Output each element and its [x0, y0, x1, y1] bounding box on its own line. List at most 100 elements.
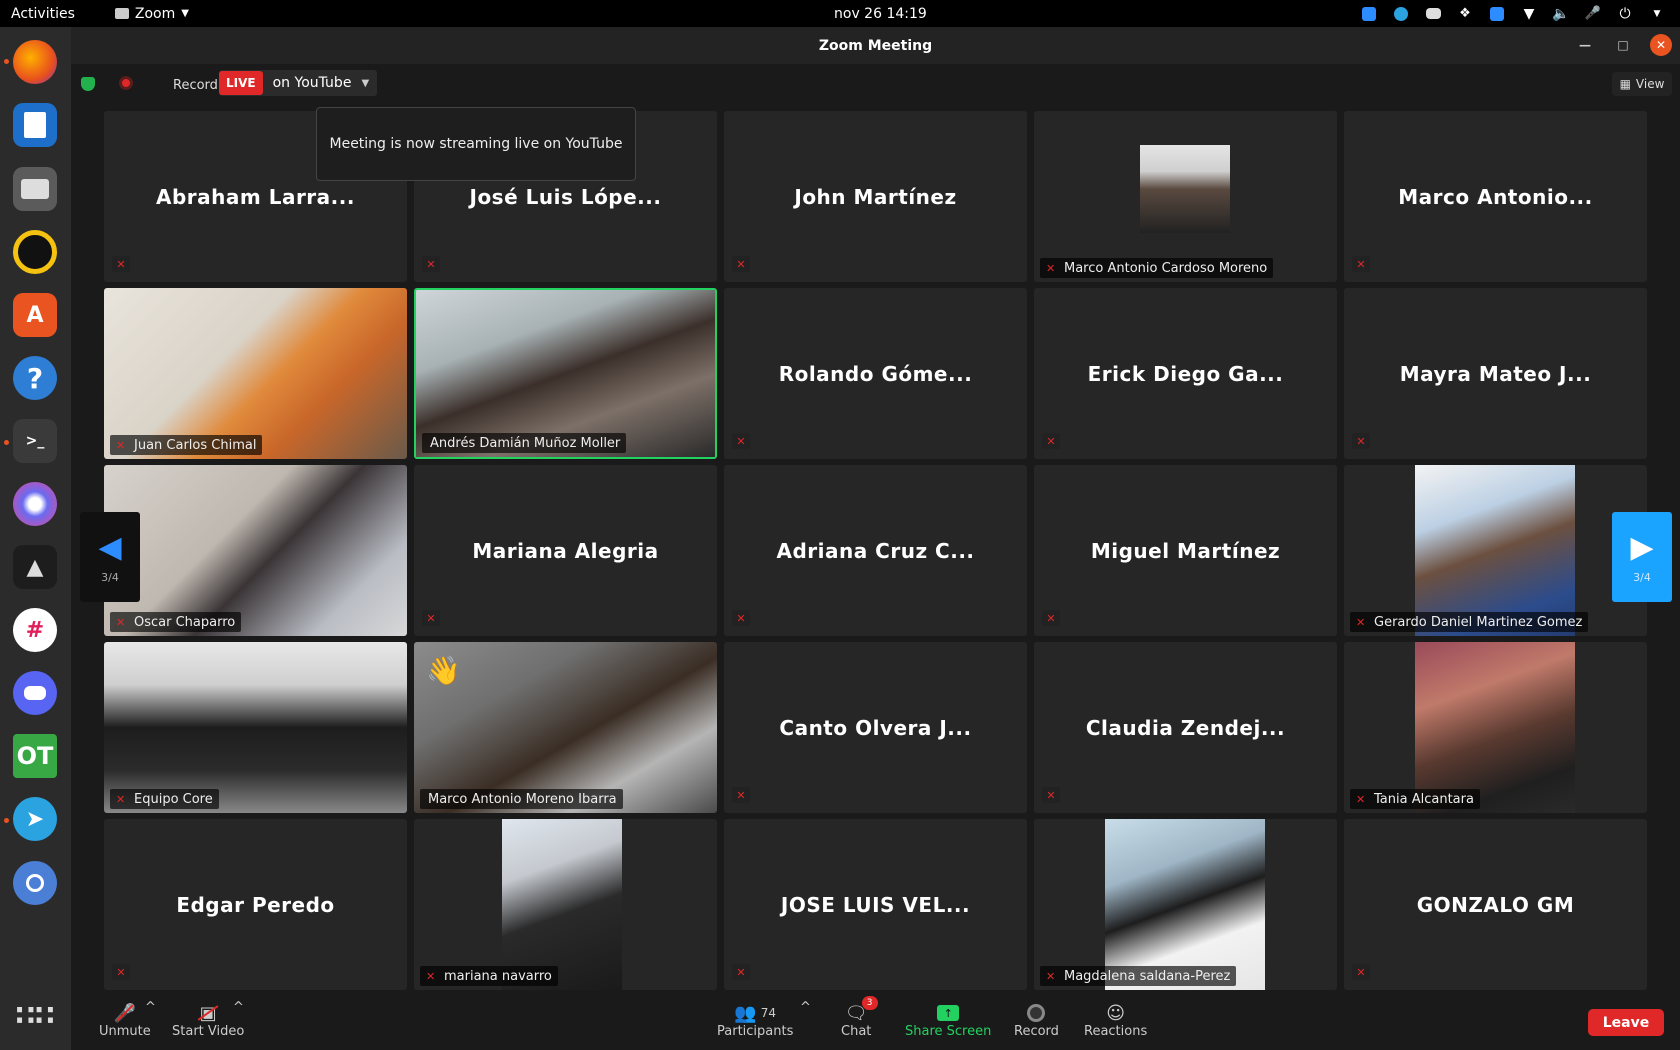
discord-tray-icon[interactable]	[1424, 5, 1442, 23]
start-video-label: Start Video	[172, 1024, 245, 1039]
share-screen-label: Share Screen	[905, 1024, 992, 1039]
microphone-muted-icon: ✕	[1042, 433, 1060, 449]
chevron-down-icon[interactable]: ▼	[1648, 5, 1666, 23]
inkscape-icon[interactable]: ▲	[13, 545, 57, 589]
telegram-icon[interactable]: ➤	[13, 797, 57, 841]
video-options-caret[interactable]: ^	[233, 1000, 244, 1015]
share-screen-button[interactable]: ↑ Share Screen	[905, 1002, 991, 1039]
participant-name: Edgar Peredo	[176, 892, 335, 917]
participant-tile[interactable]: Miguel Martínez ✕	[1034, 465, 1337, 636]
reactions-button[interactable]: ☺ Reactions	[1084, 1002, 1148, 1040]
discord-icon[interactable]	[13, 671, 57, 715]
record-button[interactable]: Record	[1014, 1002, 1059, 1039]
participants-button[interactable]: 👥 74 Participants	[717, 1002, 793, 1040]
live-stream-dropdown[interactable]: LIVE on YouTube ▼	[219, 70, 378, 96]
participant-tile[interactable]: Adriana Cruz C... ✕	[724, 465, 1027, 636]
participant-tile[interactable]: ✕ Oscar Chaparro	[104, 465, 407, 636]
window-titlebar[interactable]: Zoom Meeting — □ ✕	[71, 27, 1680, 64]
next-page-button[interactable]: ▶ 3/4	[1612, 512, 1672, 602]
participant-name: Tania Alcantara	[1374, 791, 1474, 807]
microphone-muted-icon: ✕	[1352, 433, 1370, 449]
participant-tile[interactable]: GONZALO GM ✕	[1344, 819, 1647, 990]
audio-options-caret[interactable]: ^	[145, 1000, 156, 1015]
participant-tile[interactable]: Erick Diego Ga... ✕	[1034, 288, 1337, 459]
software-icon[interactable]: A	[13, 293, 57, 337]
leave-button[interactable]: Leave	[1588, 1009, 1664, 1036]
maximize-button[interactable]: □	[1612, 34, 1634, 56]
close-button[interactable]: ✕	[1650, 34, 1672, 56]
microphone-muted-icon: ✕	[732, 256, 750, 272]
zoom-tray-icon[interactable]	[1360, 5, 1378, 23]
participant-tile[interactable]: Marco Antonio... ✕	[1344, 111, 1647, 282]
activities-button[interactable]: Activities	[11, 6, 75, 22]
participant-tile[interactable]: ✕ mariana navarro	[414, 819, 717, 990]
shield-icon[interactable]	[81, 77, 95, 91]
microphone-muted-icon: ✕	[1046, 261, 1056, 275]
apps-grid-icon[interactable]: ∷∷	[13, 993, 57, 1037]
microphone-icon[interactable]: 🎤	[1584, 5, 1602, 23]
participant-tile[interactable]: Rolando Góme... ✕	[724, 288, 1027, 459]
window-title: Zoom Meeting	[818, 37, 933, 54]
participant-tile[interactable]: Andrés Damián Muñoz Moller	[414, 288, 717, 459]
participant-name-label: ✕ Juan Carlos Chimal	[110, 435, 263, 455]
participant-tile[interactable]: JOSE LUIS VEL... ✕	[724, 819, 1027, 990]
app-menu[interactable]: Zoom ▼	[114, 5, 189, 22]
participant-tile[interactable]: ✕ Equipo Core	[104, 642, 407, 813]
wifi-icon[interactable]: ▼	[1520, 5, 1538, 23]
participant-name-label: ✕ Marco Antonio Cardoso Moreno	[1040, 258, 1274, 278]
participant-name-label: ✕ Oscar Chaparro	[110, 612, 242, 632]
telegram-tray-icon[interactable]	[1392, 5, 1410, 23]
participant-tile[interactable]: Mariana Alegria ✕	[414, 465, 717, 636]
clock[interactable]: nov 26 14:19	[834, 6, 927, 22]
participant-tile[interactable]: Canto Olvera J... ✕	[724, 642, 1027, 813]
video-feed	[416, 290, 715, 457]
writer-icon[interactable]	[13, 103, 57, 147]
reactions-label: Reactions	[1084, 1024, 1148, 1039]
rhythmbox-icon[interactable]	[13, 230, 57, 274]
minimize-button[interactable]: —	[1574, 34, 1596, 56]
participant-tile[interactable]: Mayra Mateo J... ✕	[1344, 288, 1647, 459]
participant-name: GONZALO GM	[1416, 892, 1575, 917]
participant-tile[interactable]: John Martínez ✕	[724, 111, 1027, 282]
microphone-muted-icon: ✕	[1042, 787, 1060, 803]
participant-name: Marco Antonio...	[1398, 184, 1593, 209]
slack-icon[interactable]: #	[13, 608, 57, 652]
microphone-muted-icon: ✕	[422, 610, 440, 626]
help-icon[interactable]: ?	[13, 356, 57, 400]
participant-name-label: ✕ Tania Alcantara	[1350, 789, 1480, 809]
microphone-muted-icon: ✕	[732, 964, 750, 980]
participant-tile[interactable]: Edgar Peredo ✕	[104, 819, 407, 990]
reactions-icon: ☺	[1106, 1002, 1125, 1024]
chat-button[interactable]: 🗨 3 Chat	[841, 996, 878, 1039]
opentoonz-icon[interactable]: OT	[13, 734, 57, 778]
microphone-muted-icon: ✕	[1352, 964, 1370, 980]
app-tray-icon[interactable]	[1488, 5, 1506, 23]
view-button[interactable]: ▦ View	[1612, 72, 1672, 96]
app-menu-label: Zoom	[134, 5, 176, 22]
streaming-tooltip: Meeting is now streaming live on YouTube	[316, 107, 636, 181]
krita-icon[interactable]	[13, 482, 57, 526]
participant-tile[interactable]: ✕ Magdalena saldana-Perez	[1034, 819, 1337, 990]
prev-page-button[interactable]: ◀ 3/4	[80, 512, 140, 602]
video-feed	[104, 465, 407, 636]
system-tray: ❖ ▼ 🔈 🎤 ⏻ ▼	[1360, 0, 1680, 27]
video-feed	[104, 288, 407, 459]
participant-tile[interactable]: ✕ Tania Alcantara	[1344, 642, 1647, 813]
participant-tile[interactable]: Claudia Zendej... ✕	[1034, 642, 1337, 813]
terminal-icon[interactable]: >_	[13, 419, 57, 463]
participant-tile[interactable]: ✕ Juan Carlos Chimal	[104, 288, 407, 459]
page-indicator: 3/4	[101, 571, 119, 584]
participant-tile[interactable]: ✕ Marco Antonio Cardoso Moreno	[1034, 111, 1337, 282]
participant-name: Mayra Mateo J...	[1399, 361, 1592, 386]
dropbox-tray-icon[interactable]: ❖	[1456, 5, 1474, 23]
profile-photo	[1415, 465, 1575, 636]
unmute-button[interactable]: 🎤 Unmute	[99, 1002, 151, 1040]
firefox-icon[interactable]	[13, 40, 57, 84]
participants-options-caret[interactable]: ^	[800, 1000, 811, 1015]
power-icon[interactable]: ⏻	[1616, 5, 1634, 23]
volume-icon[interactable]: 🔈	[1552, 5, 1570, 23]
participant-tile[interactable]: ✕ Gerardo Daniel Martinez Gomez	[1344, 465, 1647, 636]
files-icon[interactable]	[13, 167, 57, 211]
participant-tile[interactable]: 👋 Marco Antonio Moreno Ibarra	[414, 642, 717, 813]
chromium-icon[interactable]	[13, 861, 57, 905]
